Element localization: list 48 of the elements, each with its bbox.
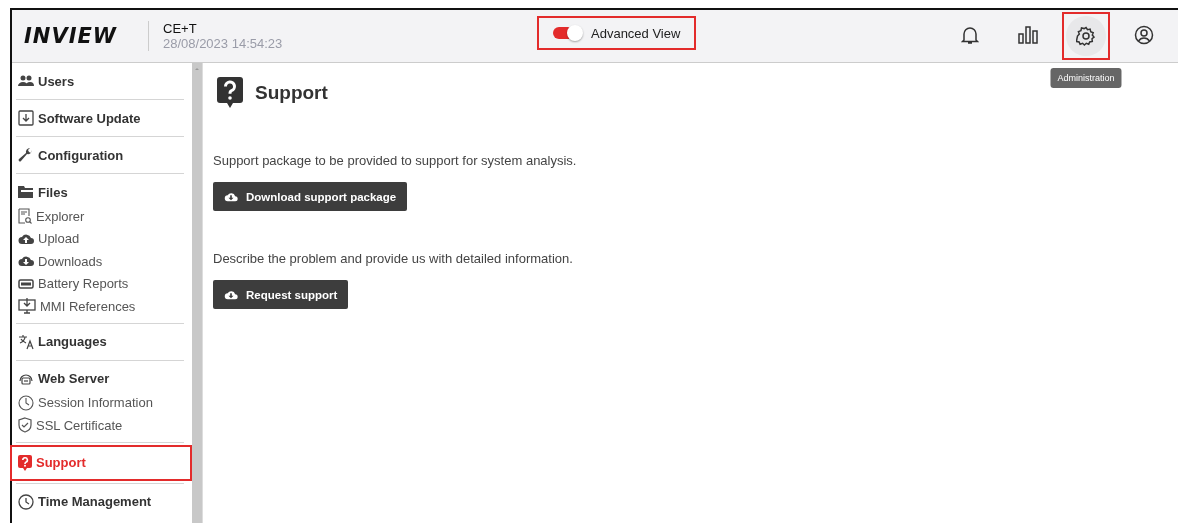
monitor-download-icon <box>18 298 36 315</box>
sidebar-heading[interactable]: Files <box>16 180 184 204</box>
sidebar-item[interactable]: Session Information <box>16 392 184 413</box>
sidebar-heading[interactable]: Web Server <box>16 366 184 391</box>
device-name: CE+T <box>163 21 198 36</box>
sidebar-item[interactable]: Upload <box>16 228 184 249</box>
cloud-download-icon <box>224 191 238 202</box>
scrollbar[interactable] <box>192 63 202 523</box>
action-button[interactable]: Request support <box>213 280 349 309</box>
sidebar-heading[interactable]: Languages <box>16 329 184 354</box>
sidebar-item[interactable]: Battery Reports <box>16 273 184 294</box>
page-title: Support <box>255 82 328 104</box>
sidebar-item[interactable]: Explorer <box>16 206 184 227</box>
sidebar-heading[interactable]: Configuration <box>16 143 184 167</box>
bell-icon <box>961 24 979 45</box>
logo: INVIEW <box>24 24 118 48</box>
users-icon <box>18 75 34 87</box>
translate-icon <box>18 333 34 350</box>
sidebar-item[interactable]: MMI References <box>16 296 184 317</box>
question-icon <box>18 454 32 471</box>
action-button[interactable]: Download support package <box>213 182 408 211</box>
sidebar-heading[interactable]: Support <box>12 446 190 479</box>
wrench-icon <box>18 147 34 163</box>
date-time: 28/08/2023 14:54:23 <box>163 36 283 51</box>
folder-icon <box>18 185 34 199</box>
shield-check-icon <box>18 417 32 434</box>
tooltip: Administration <box>1050 68 1122 88</box>
advanced-view-toggle[interactable]: Advanced View <box>539 18 694 48</box>
user-avatar-icon <box>1134 24 1154 45</box>
document-search-icon <box>18 208 32 225</box>
battery-icon <box>18 278 34 289</box>
clock-icon <box>18 493 34 510</box>
cloud-upload-icon <box>18 232 34 245</box>
bar-chart-icon <box>1018 25 1038 44</box>
description-text: Describe the problem and provide us with detailed information. <box>213 251 574 266</box>
sidebar-item[interactable]: SSL Certificate <box>16 415 184 436</box>
sidebar-heading[interactable]: Time Management <box>16 489 184 514</box>
question-icon <box>217 77 243 109</box>
sidebar-heading[interactable]: Users <box>16 69 184 93</box>
sidebar-item[interactable]: Downloads <box>16 251 184 272</box>
settings-icon <box>1076 26 1096 46</box>
cloud-download-icon <box>224 289 238 300</box>
description-text: Support package to be provided to support for system analysis. <box>213 153 578 168</box>
sidebar-heading[interactable]: Software Update <box>16 106 184 130</box>
download-box-icon <box>18 110 34 126</box>
clock-icon <box>18 394 34 411</box>
toggle-switch[interactable] <box>553 27 581 39</box>
cloud-download-icon <box>18 255 34 268</box>
